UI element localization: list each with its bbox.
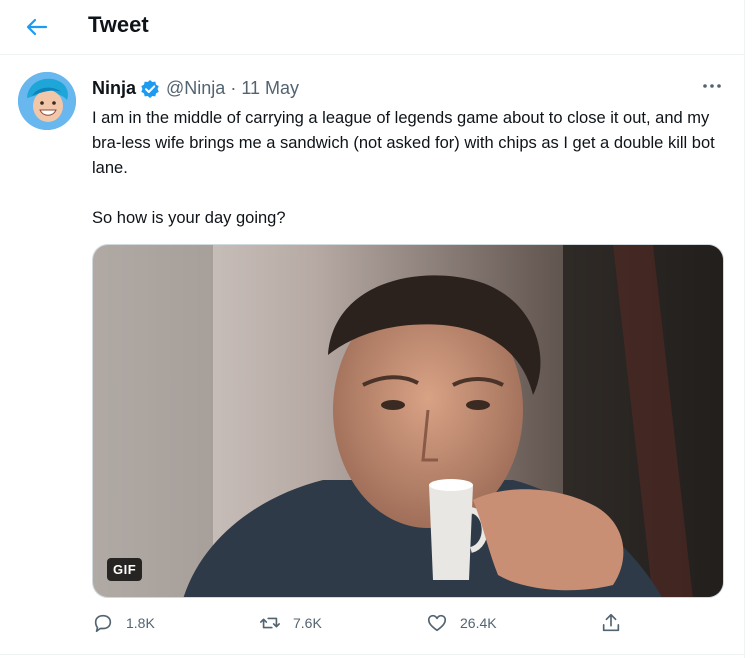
avatar[interactable] xyxy=(18,72,76,130)
like-count: 26.4K xyxy=(460,615,497,631)
page-title: Tweet xyxy=(88,12,149,37)
divider xyxy=(0,654,745,655)
reply-button[interactable]: 1.8K xyxy=(92,612,155,634)
tweet-media-gif[interactable]: GIF xyxy=(92,244,724,598)
gif-image xyxy=(93,245,723,597)
reply-icon xyxy=(94,614,112,633)
reply-count: 1.8K xyxy=(126,615,155,631)
share-button[interactable] xyxy=(600,612,634,634)
more-options-button[interactable] xyxy=(700,76,724,96)
separator: · xyxy=(230,78,237,98)
retweet-count: 7.6K xyxy=(293,615,322,631)
tweet-text-line: So how is your day going? xyxy=(92,209,286,227)
author-handle[interactable]: @Ninja xyxy=(166,78,225,99)
author-name[interactable]: Ninja xyxy=(92,78,136,99)
retweet-icon xyxy=(260,617,280,629)
share-icon xyxy=(602,613,620,632)
verified-badge-icon xyxy=(141,79,159,98)
gif-badge: GIF xyxy=(107,558,143,581)
like-button[interactable]: 26.4K xyxy=(426,612,497,634)
tweet-text-line: I am in the middle of carrying a league … xyxy=(92,109,715,177)
heart-icon xyxy=(427,614,447,632)
more-horizontal-icon xyxy=(703,84,721,88)
header: Tweet xyxy=(0,0,745,55)
back-button[interactable] xyxy=(22,12,52,42)
arrow-left-icon xyxy=(26,18,48,36)
action-bar: 1.8K 7.6K 26.4K xyxy=(92,612,732,642)
tweet-detail-panel: Tweet Ninja @Ninja · 11 May I am in the … xyxy=(0,0,745,658)
retweet-button[interactable]: 7.6K xyxy=(259,612,322,634)
tweet-date[interactable]: 11 May xyxy=(241,78,299,99)
author-row: Ninja @Ninja · 11 May xyxy=(92,78,299,99)
tweet-text: I am in the middle of carrying a league … xyxy=(92,106,732,231)
avatar-image xyxy=(18,72,76,130)
